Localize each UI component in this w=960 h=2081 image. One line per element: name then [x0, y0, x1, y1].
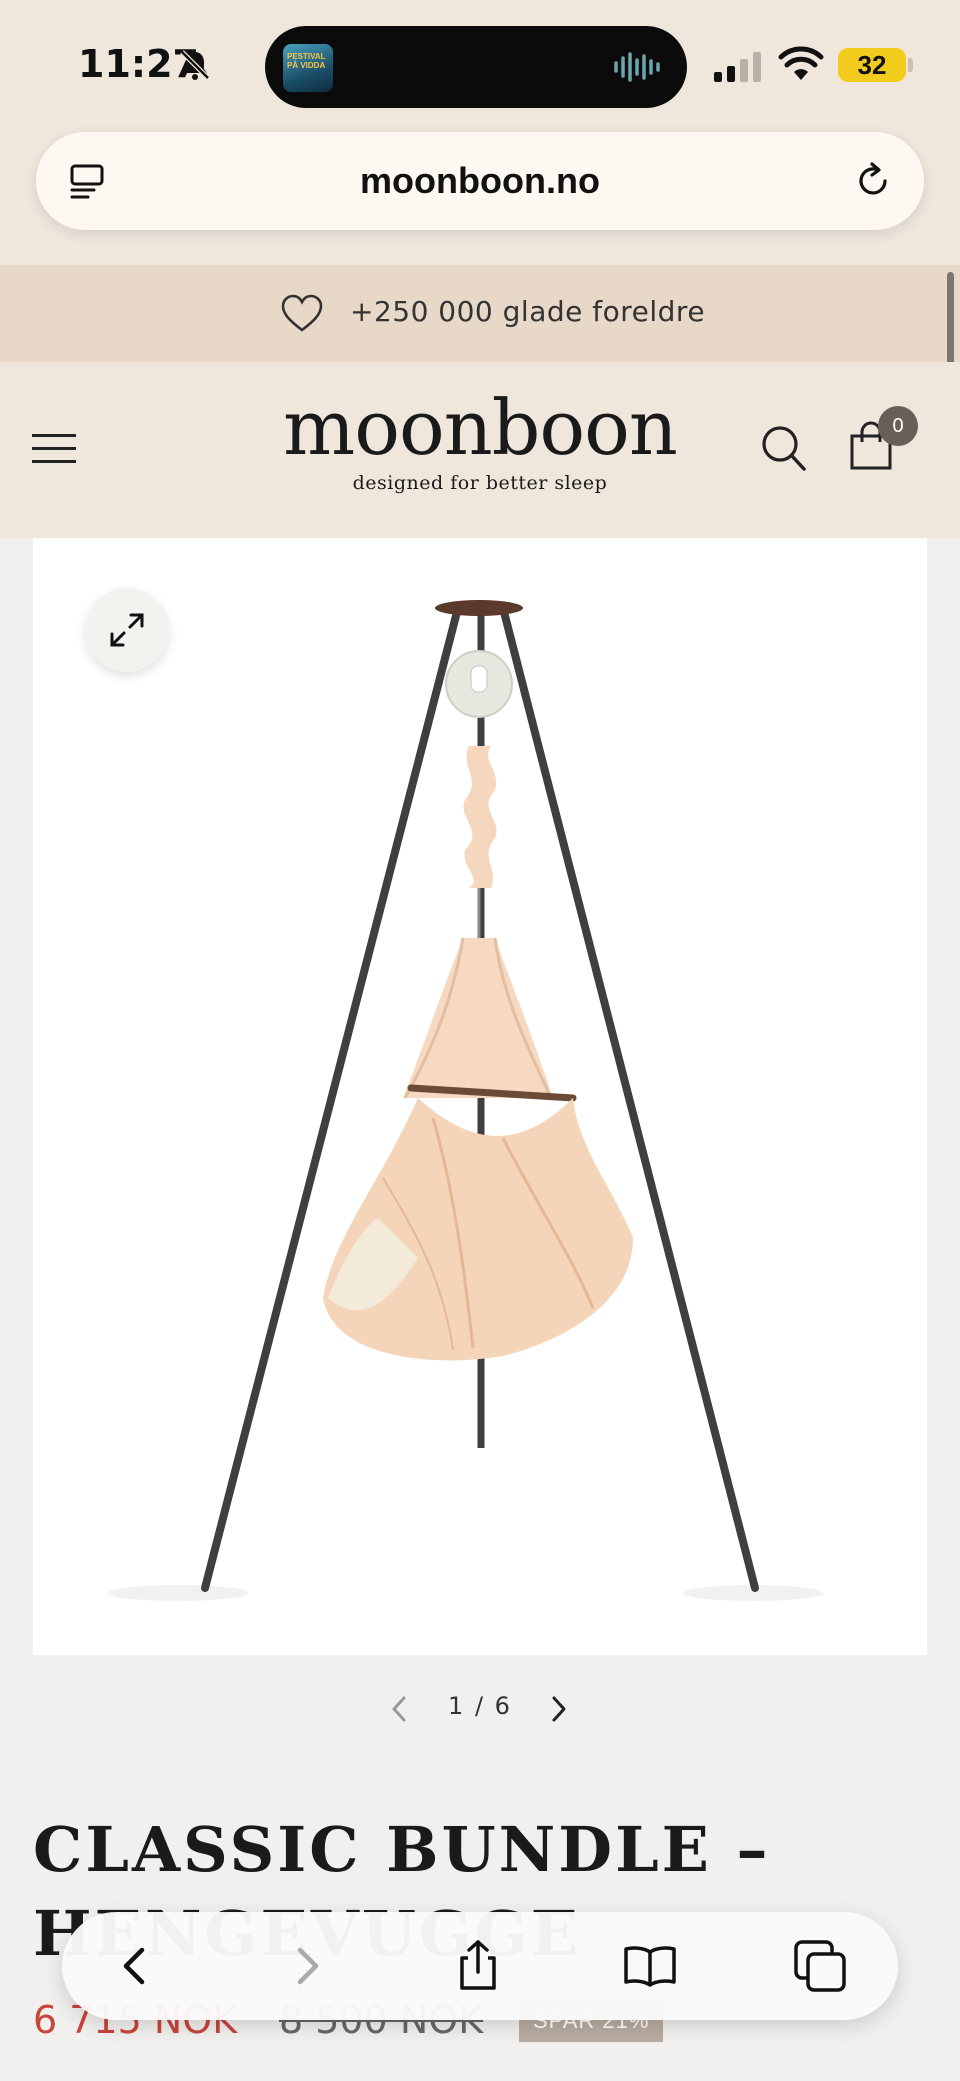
- status-bar: 11:27 PESTIVAL PÅ VIDDA 32: [0, 0, 960, 130]
- address-bar[interactable]: moonboon.no: [36, 132, 924, 230]
- audio-waveform-icon: [614, 52, 660, 82]
- chevron-left-icon[interactable]: [108, 1938, 164, 1994]
- bell-slash-icon: [180, 50, 210, 80]
- signal-icon: [714, 52, 761, 82]
- url-text[interactable]: moonboon.no: [36, 160, 924, 202]
- chevron-right-icon[interactable]: [548, 1694, 570, 1724]
- chevron-left-icon[interactable]: [388, 1694, 410, 1724]
- now-playing-artwork[interactable]: PESTIVAL PÅ VIDDA: [283, 44, 333, 92]
- site-tagline: designed for better sleep: [352, 472, 608, 494]
- product-image[interactable]: [33, 538, 927, 1655]
- battery-level: 32: [838, 48, 906, 82]
- promo-text: +250 000 glade foreldre: [350, 295, 706, 328]
- hanging-cradle-illustration: [108, 600, 823, 1601]
- cart-count-badge[interactable]: 0: [878, 406, 918, 446]
- expand-image-button[interactable]: [85, 588, 169, 672]
- tabs-icon[interactable]: [792, 1938, 848, 1994]
- pager-counter: 1 / 6: [448, 1692, 512, 1720]
- heart-icon: [281, 294, 323, 332]
- site-header: moonboon designed for better sleep 0: [0, 362, 960, 538]
- bookmarks-icon[interactable]: [622, 1938, 678, 1994]
- now-playing-art-text: PESTIVAL PÅ VIDDA: [287, 52, 326, 70]
- image-pager: 1 / 6: [0, 1690, 960, 1730]
- site-logo[interactable]: moonboon: [0, 390, 960, 466]
- browser-toolbar: [62, 1912, 898, 2020]
- search-icon[interactable]: [760, 422, 808, 474]
- reload-icon[interactable]: [852, 160, 894, 202]
- battery-cap: [908, 58, 913, 72]
- promo-banner: +250 000 glade foreldre: [0, 265, 960, 362]
- expand-icon: [110, 613, 144, 647]
- dynamic-island[interactable]: PESTIVAL PÅ VIDDA: [265, 26, 687, 108]
- wifi-icon: [778, 46, 824, 80]
- chevron-right-icon[interactable]: [278, 1938, 334, 1994]
- share-icon[interactable]: [450, 1938, 506, 1994]
